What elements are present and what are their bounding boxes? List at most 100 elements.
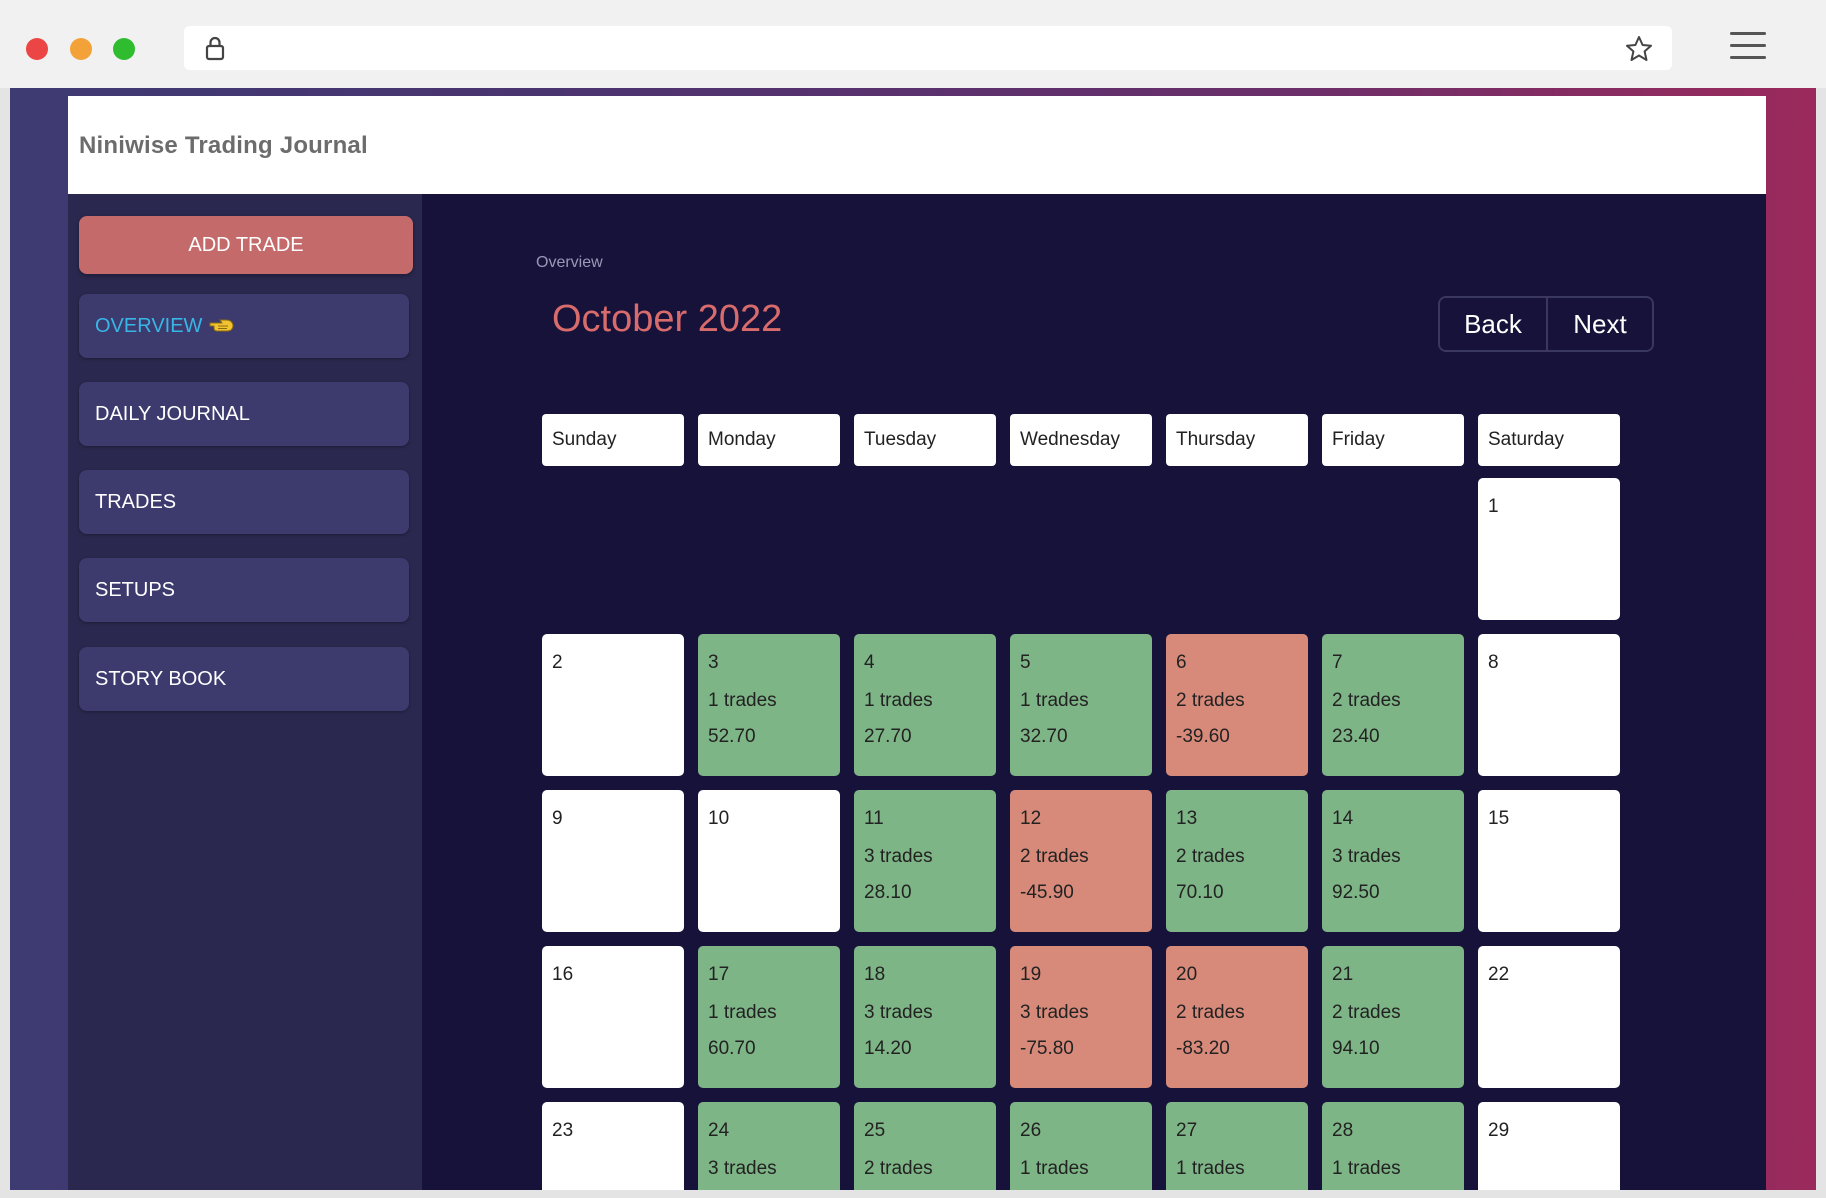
day-pnl: -45.90 <box>1020 882 1074 903</box>
add-trade-button[interactable]: ADD TRADE <box>79 216 413 274</box>
day-number: 7 <box>1332 652 1343 673</box>
day-pnl: 28.10 <box>864 882 912 903</box>
calendar-day-cell[interactable]: 24 3 trades <box>698 1102 840 1190</box>
main-content: Overview October 2022 Back Next Sunday M… <box>422 194 1766 1190</box>
address-bar[interactable] <box>184 26 1672 70</box>
day-pnl: -75.80 <box>1020 1038 1074 1059</box>
calendar-day-cell[interactable]: 8 <box>1478 634 1620 776</box>
day-pnl: 92.50 <box>1332 882 1380 903</box>
calendar-day-cell[interactable]: 20 2 trades -83.20 <box>1166 946 1308 1088</box>
page-viewport: Niniwise Trading Journal ADD TRADE OVERV… <box>10 88 1816 1190</box>
calendar-day-cell[interactable]: 17 1 trades 60.70 <box>698 946 840 1088</box>
maximize-window-button[interactable] <box>113 38 135 60</box>
back-button[interactable]: Back <box>1440 298 1546 350</box>
pointing-hand-icon <box>209 319 234 332</box>
calendar-day-cell[interactable]: 10 <box>698 790 840 932</box>
day-number: 15 <box>1488 808 1510 829</box>
calendar-day-cell[interactable]: 21 2 trades 94.10 <box>1322 946 1464 1088</box>
day-number: 12 <box>1020 808 1042 829</box>
day-trade-count: 1 trades <box>1176 1158 1245 1179</box>
day-number: 10 <box>708 808 730 829</box>
day-number: 8 <box>1488 652 1499 673</box>
calendar-day-cell[interactable]: 1 <box>1478 478 1620 620</box>
calendar-day-cell[interactable]: 26 1 trades <box>1010 1102 1152 1190</box>
sidebar-item-label: STORY BOOK <box>95 667 227 690</box>
day-pnl: 23.40 <box>1332 726 1380 747</box>
hamburger-icon[interactable] <box>1730 32 1766 64</box>
day-number: 19 <box>1020 964 1042 985</box>
day-pnl: 27.70 <box>864 726 912 747</box>
day-pnl: 94.10 <box>1332 1038 1380 1059</box>
day-number: 23 <box>552 1120 574 1141</box>
sidebar-item-setups[interactable]: SETUPS <box>79 558 409 622</box>
day-trade-count: 2 trades <box>1176 1002 1245 1023</box>
calendar-day-cell[interactable]: 25 2 trades <box>854 1102 996 1190</box>
sidebar-item-label: DAILY JOURNAL <box>95 402 250 425</box>
calendar-day-cell[interactable]: 4 1 trades 27.70 <box>854 634 996 776</box>
day-trade-count: 1 trades <box>1020 690 1089 711</box>
weekday-header: Monday <box>698 414 840 466</box>
day-trade-count: 2 trades <box>1020 846 1089 867</box>
day-number: 16 <box>552 964 574 985</box>
day-number: 18 <box>864 964 886 985</box>
day-trade-count: 1 trades <box>1020 1158 1089 1179</box>
calendar-day-cell[interactable]: 28 1 trades <box>1322 1102 1464 1190</box>
breadcrumb: Overview <box>536 254 603 271</box>
calendar-day-cell[interactable]: 6 2 trades -39.60 <box>1166 634 1308 776</box>
calendar-day-cell[interactable]: 11 3 trades 28.10 <box>854 790 996 932</box>
weekday-header: Wednesday <box>1010 414 1152 466</box>
day-number: 17 <box>708 964 730 985</box>
app-container: Niniwise Trading Journal ADD TRADE OVERV… <box>68 96 1766 1190</box>
sidebar: ADD TRADE OVERVIEW DAILY JOURNAL TRADES … <box>68 194 422 1190</box>
calendar-day-cell[interactable]: 22 <box>1478 946 1620 1088</box>
calendar-day-cell[interactable]: 23 <box>542 1102 684 1190</box>
day-number: 25 <box>864 1120 886 1141</box>
day-trade-count: 3 trades <box>708 1158 777 1179</box>
day-number: 3 <box>708 652 719 673</box>
day-pnl: -39.60 <box>1176 726 1230 747</box>
day-number: 29 <box>1488 1120 1510 1141</box>
calendar-day-cell[interactable]: 18 3 trades 14.20 <box>854 946 996 1088</box>
star-icon[interactable] <box>1624 34 1654 64</box>
day-number: 22 <box>1488 964 1510 985</box>
calendar-day-cell[interactable]: 9 <box>542 790 684 932</box>
calendar-day-cell[interactable]: 29 <box>1478 1102 1620 1190</box>
calendar-day-cell[interactable]: 16 <box>542 946 684 1088</box>
day-number: 11 <box>864 808 884 829</box>
day-pnl: 60.70 <box>708 1038 756 1059</box>
day-trade-count: 2 trades <box>1176 690 1245 711</box>
close-window-button[interactable] <box>26 38 48 60</box>
calendar-day-cell[interactable]: 5 1 trades 32.70 <box>1010 634 1152 776</box>
month-title: October 2022 <box>552 298 783 340</box>
day-trade-count: 1 trades <box>864 690 933 711</box>
sidebar-item-story-book[interactable]: STORY BOOK <box>79 647 409 711</box>
day-trade-count: 1 trades <box>708 1002 777 1023</box>
weekday-header: Friday <box>1322 414 1464 466</box>
next-button[interactable]: Next <box>1546 298 1652 350</box>
day-trade-count: 3 trades <box>864 1002 933 1023</box>
sidebar-item-daily-journal[interactable]: DAILY JOURNAL <box>79 382 409 446</box>
sidebar-item-overview[interactable]: OVERVIEW <box>79 294 409 358</box>
calendar-day-cell[interactable]: 7 2 trades 23.40 <box>1322 634 1464 776</box>
day-number: 14 <box>1332 808 1354 829</box>
weekday-header: Tuesday <box>854 414 996 466</box>
day-pnl: -83.20 <box>1176 1038 1230 1059</box>
day-number: 2 <box>552 652 563 673</box>
calendar-day-cell[interactable]: 12 2 trades -45.90 <box>1010 790 1152 932</box>
calendar-day-cell[interactable]: 14 3 trades 92.50 <box>1322 790 1464 932</box>
minimize-window-button[interactable] <box>70 38 92 60</box>
calendar-day-cell[interactable]: 19 3 trades -75.80 <box>1010 946 1152 1088</box>
sidebar-item-trades[interactable]: TRADES <box>79 470 409 534</box>
day-pnl: 14.20 <box>864 1038 912 1059</box>
calendar-day-cell[interactable]: 13 2 trades 70.10 <box>1166 790 1308 932</box>
calendar-day-cell[interactable]: 3 1 trades 52.70 <box>698 634 840 776</box>
day-trade-count: 2 trades <box>1176 846 1245 867</box>
day-number: 5 <box>1020 652 1031 673</box>
calendar-day-cell[interactable]: 15 <box>1478 790 1620 932</box>
day-trade-count: 2 trades <box>864 1158 933 1179</box>
day-trade-count: 2 trades <box>1332 690 1401 711</box>
day-number: 13 <box>1176 808 1198 829</box>
day-number: 27 <box>1176 1120 1198 1141</box>
calendar-day-cell[interactable]: 27 1 trades <box>1166 1102 1308 1190</box>
calendar-day-cell[interactable]: 2 <box>542 634 684 776</box>
